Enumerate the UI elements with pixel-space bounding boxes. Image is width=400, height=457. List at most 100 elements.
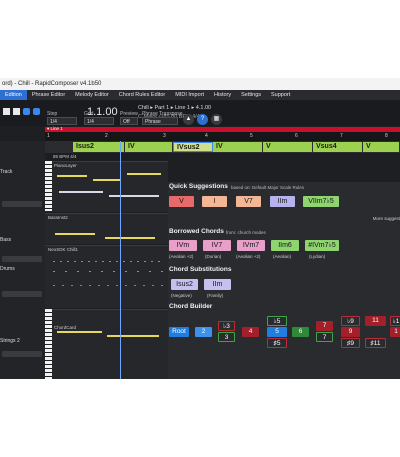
tab-settings[interactable]: Settings [236, 90, 266, 100]
suggestion-chip[interactable]: VIIm7♭5 [303, 196, 339, 207]
arrow-tool-icon[interactable]: ▲ [183, 114, 194, 125]
interval-b9-button[interactable]: ♭9 [341, 316, 360, 326]
chord-cell[interactable]: Vsus4 [313, 142, 363, 152]
note[interactable] [107, 335, 159, 337]
play-icon[interactable] [3, 108, 10, 115]
strings-lane[interactable] [45, 309, 168, 379]
interval-2-button[interactable]: 2 [195, 327, 212, 337]
more-suggestions-link[interactable]: More suggest [373, 216, 400, 221]
interval-sharp11-button[interactable]: ♯11 [365, 338, 386, 348]
interval-6-button[interactable]: 6 [292, 327, 309, 337]
stop-icon[interactable] [13, 108, 20, 115]
tab-phrase-editor[interactable]: Phrase Editor [27, 90, 70, 100]
track-controls[interactable] [2, 291, 42, 297]
phrase-transpose-select[interactable]: Phrase [142, 117, 178, 125]
chord-cell[interactable]: V [263, 142, 313, 152]
track-controls[interactable] [2, 201, 42, 207]
chord-cell[interactable]: Isus2 [73, 142, 125, 152]
borrowed-chip[interactable]: IVm7 [237, 240, 265, 251]
note[interactable] [59, 191, 103, 193]
borrowed-chip[interactable]: IVm [169, 240, 197, 251]
borrowed-chip[interactable]: IIm6 [271, 240, 299, 251]
drum-hits[interactable] [53, 261, 163, 262]
drum-hits[interactable] [53, 271, 163, 272]
note[interactable] [93, 179, 121, 181]
lane-label: BassInst2 [48, 215, 68, 220]
borrowed-mode: (Lydian) [309, 254, 326, 259]
chord-substitutions-title: Chord Substitutions [169, 266, 232, 273]
tab-history[interactable]: History [209, 90, 236, 100]
note[interactable] [57, 331, 102, 333]
interval-9-button[interactable]: 9 [341, 327, 360, 337]
step-select[interactable]: 1/4 [47, 117, 77, 125]
track-name[interactable]: Bass [0, 237, 11, 243]
interval-3-button[interactable]: 3 [218, 332, 235, 342]
suggestion-chip[interactable]: IIm [270, 196, 295, 207]
preview-select[interactable]: Off [120, 117, 138, 125]
interval-b13-button[interactable]: ♭1 [390, 316, 400, 326]
note[interactable] [55, 233, 95, 235]
timeline-ruler[interactable]: 1 2 3 4 5 6 7 8 [45, 132, 400, 141]
chord-cell[interactable]: IV [125, 142, 173, 152]
tab-support[interactable]: Support [266, 90, 295, 100]
track-name[interactable]: Strings 2 [0, 338, 20, 344]
drums-lane[interactable] [45, 245, 168, 308]
grid-select[interactable]: 1/4 [84, 117, 114, 125]
lane-label: ChordCard [54, 325, 77, 330]
piano-lane[interactable] [45, 161, 168, 212]
track-name[interactable]: Track [0, 169, 12, 175]
help-icon[interactable]: ? [197, 114, 208, 125]
piano-keys [45, 161, 52, 211]
ruler-tick: 1 [47, 133, 50, 139]
suggestion-chip[interactable]: I [202, 196, 227, 207]
interval-7-button[interactable]: 7 [316, 332, 333, 342]
tab-chord-rules-editor[interactable]: Chord Rules Editor [114, 90, 170, 100]
note[interactable] [109, 195, 159, 197]
arrangement-area[interactable]: 85 BPM 4/4 PianoLayer BassInst2 NeoSDK C… [45, 153, 168, 379]
suggestion-chip[interactable]: V [169, 196, 194, 207]
tab-melody-editor[interactable]: Melody Editor [70, 90, 114, 100]
borrowed-chip[interactable]: #IVm7♭5 [305, 240, 339, 251]
chord-cell[interactable]: IV [213, 142, 263, 152]
ruler-tick: 6 [295, 133, 298, 139]
note[interactable] [127, 173, 161, 175]
tab-edition[interactable]: Edition [0, 90, 27, 100]
track-controls[interactable] [2, 256, 42, 262]
interval-b3-button[interactable]: ♭3 [218, 321, 235, 331]
chord-cell-selected[interactable]: IVsus2 [173, 142, 213, 152]
root-button[interactable]: Root [169, 327, 189, 337]
drum-hits[interactable] [53, 285, 163, 286]
note[interactable] [57, 175, 87, 177]
chord-builder-title: Chord Builder [169, 303, 213, 310]
loop-icon[interactable] [23, 108, 30, 115]
suggestion-chip[interactable]: V7 [236, 196, 261, 207]
interval-5-button[interactable]: 5 [267, 327, 287, 337]
interval-b7-button[interactable]: 7 [316, 321, 333, 331]
borrowed-chip[interactable]: IV7 [203, 240, 231, 251]
track-list: Track Bass Drums Strings 2 [0, 141, 45, 379]
interval-sharp5-button[interactable]: ♯5 [267, 338, 287, 348]
interval-sharp9-button[interactable]: ♯9 [341, 338, 360, 348]
track-name[interactable]: Drums [0, 266, 15, 272]
interval-4-button[interactable]: 4 [242, 327, 259, 337]
quick-suggestions-source: based on: Default Major Scale Rules [231, 185, 305, 190]
substitution-chip[interactable]: Isus2 [171, 279, 198, 290]
borrowed-mode: (Dorian) [205, 254, 222, 259]
piano-keys [45, 309, 52, 379]
playhead[interactable] [120, 141, 121, 379]
interval-13-button[interactable]: 1 [390, 327, 400, 337]
note[interactable] [105, 237, 155, 239]
chord-cell[interactable]: V [363, 142, 400, 152]
window-title: ord) - Chill - RapidComposer v4.1b50 [0, 78, 400, 90]
ruler-tick: 2 [105, 133, 108, 139]
tab-midi-import[interactable]: MIDI Import [170, 90, 209, 100]
interval-11-button[interactable]: 11 [365, 316, 386, 326]
follow-icon[interactable] [33, 108, 40, 115]
borrowed-mode: (Aeolian +2) [236, 254, 261, 259]
track-controls[interactable] [2, 351, 42, 357]
lane-label: NeoSDK Chill1 [48, 247, 79, 252]
substitution-chip[interactable]: IIm [204, 279, 231, 290]
keyboard-icon[interactable]: ▦ [211, 114, 222, 125]
borrowed-chords-source: from: church modes [226, 230, 266, 235]
interval-b5-button[interactable]: ♭5 [267, 316, 287, 326]
